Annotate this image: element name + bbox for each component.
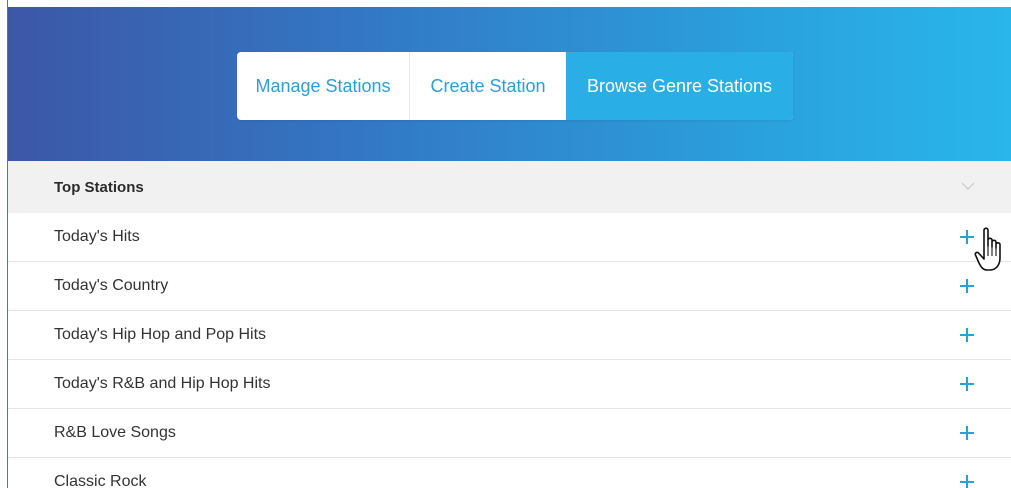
tab-browse-genre-stations[interactable]: Browse Genre Stations	[566, 52, 793, 120]
top-stations-list: Top Stations Today's Hits Today's Countr…	[8, 161, 1011, 488]
top-stations-header[interactable]: Top Stations	[8, 161, 1011, 213]
list-item: Classic Rock	[8, 458, 1011, 488]
station-name: Today's Country	[54, 277, 169, 294]
plus-icon[interactable]	[959, 425, 975, 441]
plus-icon[interactable]	[959, 278, 975, 294]
plus-icon[interactable]	[959, 474, 975, 488]
plus-icon[interactable]	[959, 376, 975, 392]
chevron-down-icon[interactable]	[961, 179, 975, 193]
list-item: Today's R&B and Hip Hop Hits	[8, 360, 1011, 409]
window-edge	[7, 0, 8, 488]
app-frame: Manage Stations Create Station Browse Ge…	[0, 0, 1011, 488]
tab-manage-stations[interactable]: Manage Stations	[237, 52, 410, 120]
station-name: R&B Love Songs	[54, 424, 176, 441]
list-item: Today's Hits	[8, 213, 1011, 262]
list-item: Today's Country	[8, 262, 1011, 311]
section-title: Top Stations	[54, 178, 144, 196]
station-name: Today's Hip Hop and Pop Hits	[54, 326, 267, 343]
station-name: Classic Rock	[54, 473, 147, 488]
station-tabs: Manage Stations Create Station Browse Ge…	[237, 52, 793, 120]
list-item: R&B Love Songs	[8, 409, 1011, 458]
plus-icon[interactable]	[959, 327, 975, 343]
station-name: Today's Hits	[54, 228, 140, 245]
tab-create-station[interactable]: Create Station	[410, 52, 566, 120]
plus-icon[interactable]	[959, 229, 975, 245]
list-item: Today's Hip Hop and Pop Hits	[8, 311, 1011, 360]
station-name: Today's R&B and Hip Hop Hits	[54, 375, 271, 392]
